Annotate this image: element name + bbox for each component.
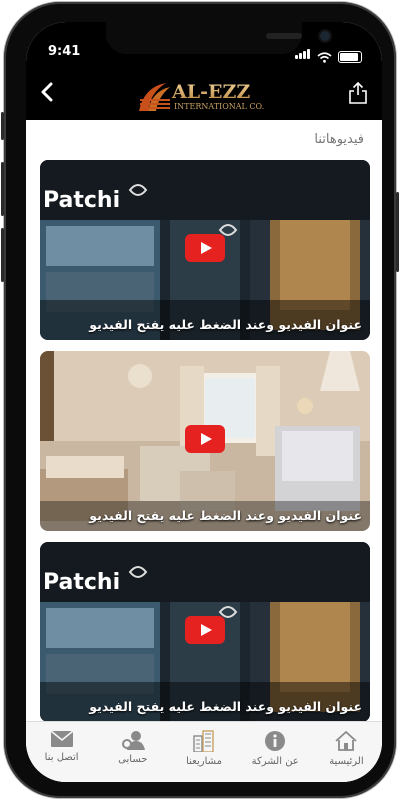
envelope-icon	[50, 730, 74, 747]
tab-label: مشاريعنا	[186, 756, 222, 767]
tab-bar: اتصل بنا حسابى مشاريعنا عن الشركة الرئيس…	[26, 721, 382, 782]
back-button[interactable]	[40, 82, 54, 104]
logo-title: AL-EZZ	[171, 81, 250, 103]
play-button[interactable]	[185, 425, 225, 453]
share-icon	[349, 81, 367, 104]
tab-label: حسابى	[118, 754, 148, 765]
video-card[interactable]: Patchi عنوان الفيديو وعند الضغط عليه يفت…	[40, 542, 370, 722]
signal-icon	[295, 44, 311, 63]
store-sign-text: Patchi	[43, 188, 120, 213]
video-list: Patchi عنوان الفيديو وعند الضغط عليه يفت…	[40, 160, 370, 733]
tab-account[interactable]: حسابى	[97, 722, 168, 782]
play-button[interactable]	[185, 616, 225, 644]
tab-label: الرئيسية	[329, 756, 364, 767]
volume-up-button	[1, 162, 4, 216]
share-button[interactable]	[348, 81, 368, 108]
speaker	[266, 33, 302, 39]
video-caption: عنوان الفيديو وعند الضغط عليه يفتح الفيد…	[89, 317, 362, 332]
video-card[interactable]: Patchi عنوان الفيديو وعند الضغط عليه يفت…	[40, 160, 370, 340]
section-title: فيديوهاتنا	[314, 132, 364, 147]
volume-down-button	[1, 228, 4, 282]
wifi-icon	[317, 52, 332, 63]
buildings-icon	[193, 730, 214, 752]
company-logo: AL-EZZ INTERNATIONAL CO.	[139, 81, 264, 111]
notch	[106, 22, 330, 54]
chevron-left-icon	[41, 82, 53, 102]
store-sign-text: Patchi	[43, 570, 120, 595]
account-icon	[121, 731, 145, 750]
tab-projects[interactable]: مشاريعنا	[168, 722, 239, 782]
tab-about[interactable]: عن الشركة	[240, 722, 311, 782]
phone-frame: 9:41 AL-EZZ INTERNATIONAL CO. فيديوهاتنا…	[1, 2, 399, 798]
logo-subtitle: INTERNATIONAL CO.	[174, 102, 264, 111]
status-icons	[295, 44, 362, 63]
video-caption: عنوان الفيديو وعند الضغط عليه يفتح الفيد…	[89, 699, 362, 714]
tab-label: اتصل بنا	[44, 752, 79, 763]
tab-home[interactable]: الرئيسية	[311, 722, 382, 782]
mute-switch	[1, 112, 4, 140]
video-card[interactable]: عنوان الفيديو وعند الضغط عليه يفتح الفيد…	[40, 351, 370, 531]
power-button	[396, 192, 399, 272]
home-icon	[335, 731, 358, 751]
video-caption: عنوان الفيديو وعند الضغط عليه يفتح الفيد…	[89, 508, 362, 523]
camera	[320, 31, 330, 41]
app-header: 9:41 AL-EZZ INTERNATIONAL CO.	[26, 22, 382, 120]
play-button[interactable]	[185, 234, 225, 262]
status-time: 9:41	[48, 44, 81, 59]
info-icon	[265, 731, 286, 751]
screen: 9:41 AL-EZZ INTERNATIONAL CO. فيديوهاتنا…	[26, 22, 382, 782]
battery-icon	[338, 51, 362, 63]
tab-label: عن الشركة	[251, 756, 299, 767]
tab-contact[interactable]: اتصل بنا	[26, 722, 97, 782]
